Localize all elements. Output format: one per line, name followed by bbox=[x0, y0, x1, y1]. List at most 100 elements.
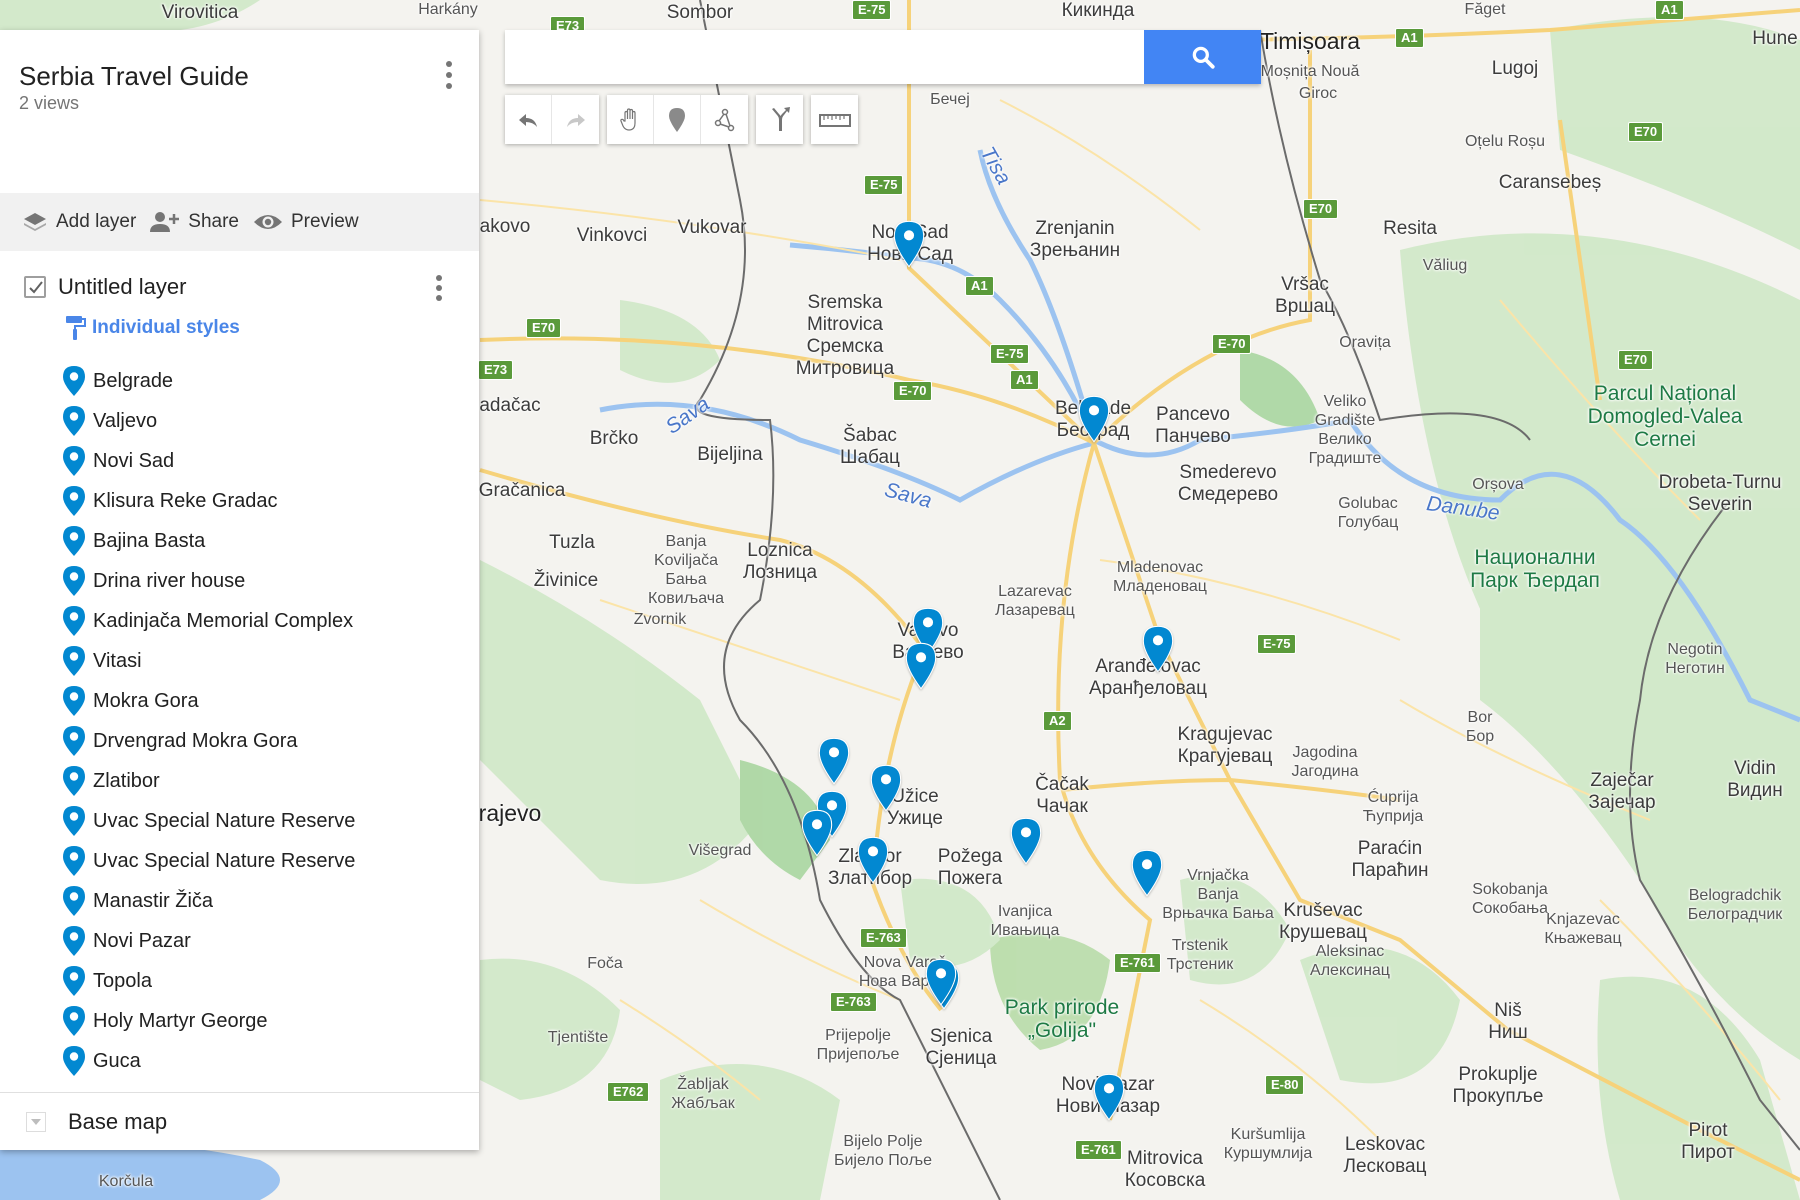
map-marker[interactable] bbox=[818, 737, 850, 785]
place-label: Sremska Mitrovica Сремска Митровица bbox=[795, 292, 895, 379]
search-button[interactable] bbox=[1144, 30, 1261, 84]
map-pin-icon bbox=[63, 1006, 85, 1036]
map-marker[interactable] bbox=[1093, 1073, 1125, 1121]
base-map-label[interactable]: Base map bbox=[68, 1109, 167, 1135]
layer-item[interactable]: Belgrade bbox=[0, 361, 479, 401]
map-pin-icon bbox=[1093, 1073, 1125, 1121]
map-marker[interactable] bbox=[857, 836, 889, 884]
layer-item[interactable]: Zlatibor bbox=[0, 761, 479, 801]
map-marker[interactable] bbox=[925, 958, 957, 1006]
layer-item[interactable]: Mokra Gora bbox=[0, 681, 479, 721]
road-shield: E70 bbox=[1618, 350, 1654, 370]
preview-button[interactable]: Preview bbox=[253, 211, 359, 233]
search-input[interactable] bbox=[505, 30, 1144, 84]
layer-item-label: Klisura Reke Gradac bbox=[93, 489, 278, 512]
map-marker[interactable] bbox=[1131, 849, 1163, 897]
layer-name[interactable]: Untitled layer bbox=[58, 274, 186, 300]
layer-item[interactable]: Kadinjača Memorial Complex bbox=[0, 601, 479, 641]
directions-group bbox=[756, 95, 803, 144]
layer-item[interactable]: Novi Sad bbox=[0, 441, 479, 481]
map-pin-icon bbox=[63, 406, 85, 436]
layer-item-label: Drvengrad Mokra Gora bbox=[93, 729, 298, 752]
map-title[interactable]: Serbia Travel Guide bbox=[19, 61, 249, 92]
layer-item[interactable]: Bajina Basta bbox=[0, 521, 479, 561]
layer-item-label: Mokra Gora bbox=[93, 689, 199, 712]
measure-group bbox=[811, 95, 858, 144]
place-label: Kragujevac Крагујевац bbox=[1177, 724, 1273, 767]
map-marker[interactable] bbox=[870, 764, 902, 812]
layer-item[interactable]: Guca bbox=[0, 1041, 479, 1081]
map-pin-icon bbox=[63, 686, 85, 716]
layer-item[interactable]: Vitasi bbox=[0, 641, 479, 681]
hand-icon bbox=[620, 107, 636, 131]
layer-item[interactable]: Novi Pazar bbox=[0, 921, 479, 961]
layer-item[interactable]: Uvac Special Nature Reserve bbox=[0, 841, 479, 881]
map-marker[interactable] bbox=[893, 220, 925, 268]
map-marker[interactable] bbox=[905, 642, 937, 690]
place-label: Vukovar bbox=[677, 217, 747, 238]
redo-button[interactable] bbox=[552, 95, 599, 144]
place-label: Jagodina Јагодина bbox=[1291, 744, 1359, 780]
map-pin-icon bbox=[925, 958, 957, 1006]
layer-item-label: Uvac Special Nature Reserve bbox=[93, 809, 356, 832]
layer-item[interactable]: Uvac Special Nature Reserve bbox=[0, 801, 479, 841]
undo-button[interactable] bbox=[505, 95, 552, 144]
share-button[interactable]: Share bbox=[150, 211, 239, 233]
layer-item-label: Kadinjača Memorial Complex bbox=[93, 609, 354, 632]
place-label: Pirot Пирот bbox=[1681, 1120, 1735, 1163]
place-label: Veliko Gradište Велико Градиште bbox=[1308, 393, 1382, 467]
place-label: Brčko bbox=[589, 428, 639, 449]
place-label: Tuzla bbox=[549, 532, 595, 553]
map-pin-icon bbox=[63, 566, 85, 596]
layer-item-label: Guca bbox=[93, 1049, 141, 1072]
add-directions-button[interactable] bbox=[756, 95, 803, 144]
map-marker[interactable] bbox=[1142, 625, 1174, 673]
layer-item[interactable]: Valjevo bbox=[0, 401, 479, 441]
place-label: Prijepolje Пријепоље bbox=[816, 1027, 900, 1063]
place-label: Živinice bbox=[533, 570, 599, 591]
place-label: Bijeljina bbox=[697, 444, 763, 465]
map-pin-icon bbox=[63, 1046, 85, 1076]
layer-item-label: Holy Martyr George bbox=[93, 1009, 268, 1032]
redo-icon bbox=[566, 113, 585, 127]
layer-item[interactable]: Drina river house bbox=[0, 561, 479, 601]
map-marker[interactable] bbox=[1010, 817, 1042, 865]
place-label: Moșnița Nouă bbox=[1260, 63, 1360, 80]
layer-item[interactable]: Drvengrad Mokra Gora bbox=[0, 721, 479, 761]
more-vert-icon bbox=[436, 275, 442, 281]
layer-item[interactable]: Klisura Reke Gradac bbox=[0, 481, 479, 521]
road-shield: E-75 bbox=[852, 0, 892, 20]
map-marker[interactable] bbox=[1078, 395, 1110, 443]
draw-line-button[interactable] bbox=[701, 95, 748, 144]
map-options-button[interactable] bbox=[439, 58, 459, 92]
directions-icon bbox=[771, 106, 790, 131]
place-label: Vršac Вршац bbox=[1275, 274, 1335, 317]
layer-item[interactable]: Holy Martyr George bbox=[0, 1001, 479, 1041]
layer-item-label: Belgrade bbox=[93, 369, 174, 392]
layer-visibility-checkbox[interactable] bbox=[24, 276, 46, 298]
road-shield: E762 bbox=[607, 1082, 650, 1102]
place-label: Ivanjica Ивањица bbox=[990, 903, 1060, 939]
layers-icon bbox=[24, 213, 46, 231]
road-shield: E-70 bbox=[1212, 334, 1252, 354]
base-map-toggle[interactable] bbox=[26, 1111, 46, 1132]
layer-item[interactable]: Topola bbox=[0, 961, 479, 1001]
check-icon bbox=[29, 281, 43, 294]
individual-styles-link[interactable]: Individual styles bbox=[0, 313, 479, 343]
layer-item-label: Zlatibor bbox=[93, 769, 160, 792]
layer-item[interactable]: Manastir Žiča bbox=[0, 881, 479, 921]
place-label: Bijelo Polje Бијело Поље bbox=[833, 1133, 933, 1169]
layer-item-label: Vitasi bbox=[93, 649, 142, 672]
place-label: Oțelu Roșu bbox=[1464, 133, 1546, 150]
map-pin-icon bbox=[63, 366, 85, 396]
layer-options-button[interactable] bbox=[429, 273, 449, 303]
layer-item-label: Drina river house bbox=[93, 569, 246, 592]
map-marker[interactable] bbox=[801, 809, 833, 857]
select-items-button[interactable] bbox=[607, 95, 654, 144]
measure-button[interactable] bbox=[811, 95, 858, 144]
add-marker-button[interactable] bbox=[654, 95, 701, 144]
road-shield: A2 bbox=[1043, 711, 1072, 731]
place-label: Sombor bbox=[666, 2, 734, 23]
add-layer-button[interactable]: Add layer bbox=[22, 211, 136, 233]
road-shield: E70 bbox=[1628, 122, 1664, 142]
